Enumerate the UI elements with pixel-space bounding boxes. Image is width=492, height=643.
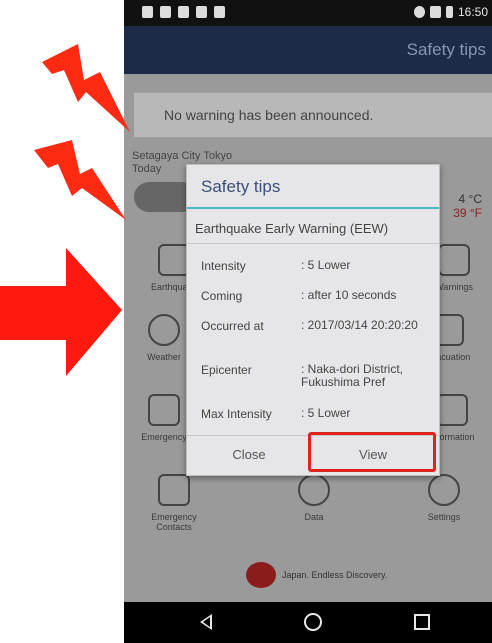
contacts-icon [158,474,190,506]
tile-label: Settings [427,512,461,522]
home-icon[interactable] [304,613,322,631]
max-intensity-label: Max Intensity [201,407,272,421]
tile-label: Warnings [435,282,473,292]
dialog-subtitle: Earthquake Early Warning (EEW) [195,221,389,236]
sun-icon [148,314,180,346]
view-button-highlight [308,432,436,472]
tile-label: Weather [147,352,181,362]
notification-icon [160,6,171,18]
coming-label: Coming [201,289,243,303]
status-time: 16:50 [457,5,488,19]
today-label: Today [132,163,162,175]
status-bar: 16:50 [124,0,492,26]
nav-bar [124,602,492,643]
tile-label: Emergency Contacts [151,512,197,532]
system-icons: 16:50 [413,5,488,19]
epicenter-value: : Naka-dori District, Fukushima Pref [301,362,404,389]
right-arrow-icon [0,248,122,376]
intensity-value: : 5 Lower [301,258,351,272]
notification-icon [214,6,225,18]
close-button[interactable]: Close [187,437,311,473]
battery-icon [445,6,453,18]
app-bar: Safety tips [124,26,492,74]
temperature-fahrenheit: 39 °F [453,206,482,220]
wifi-icon [429,6,441,18]
temperature-celsius: 4 °C [458,192,482,206]
divider [187,243,439,244]
warning-text: No warning has been announced. [164,107,374,123]
recents-icon[interactable] [414,614,430,630]
chat-icon [436,394,468,426]
safety-tips-dialog: Safety tips Earthquake Early Warning (EE… [186,164,440,476]
back-icon[interactable] [200,614,212,630]
notification-icon [142,6,153,18]
tile-label: Emergency [141,432,187,442]
warning-banner: No warning has been announced. [134,92,492,138]
tile-emergency-contacts[interactable]: Emergency Contacts [134,474,214,532]
tile-settings[interactable]: Settings [404,474,484,522]
info-icon [298,474,330,506]
lightning-bolt-icon [34,140,126,220]
occurred-label: Occurred at [201,319,264,333]
notification-icon [196,6,207,18]
max-intensity-value: : 5 Lower [301,406,351,420]
notification-icon [178,6,189,18]
gear-icon [428,474,460,506]
house-icon [148,394,180,426]
logo-text: Japan. Endless Discovery. [282,570,388,580]
intensity-label: Intensity [201,259,246,273]
dialog-title-divider [187,207,439,209]
dialog-title: Safety tips [201,177,281,196]
occurred-value: : 2017/03/14 20:20:20 [301,318,418,332]
signal-icon [413,6,425,18]
city-name: Setagaya City Tokyo [132,150,233,162]
tile-data[interactable]: Data [274,474,354,522]
japan-logo [246,562,276,588]
notification-icons [142,6,225,18]
epicenter-label: Epicenter [201,363,252,377]
coming-value: : after 10 seconds [301,288,397,302]
app-title: Safety tips [406,40,486,59]
tile-label: Data [304,512,324,522]
warning-icon [438,244,470,276]
lightning-bolt-icon [42,44,130,132]
